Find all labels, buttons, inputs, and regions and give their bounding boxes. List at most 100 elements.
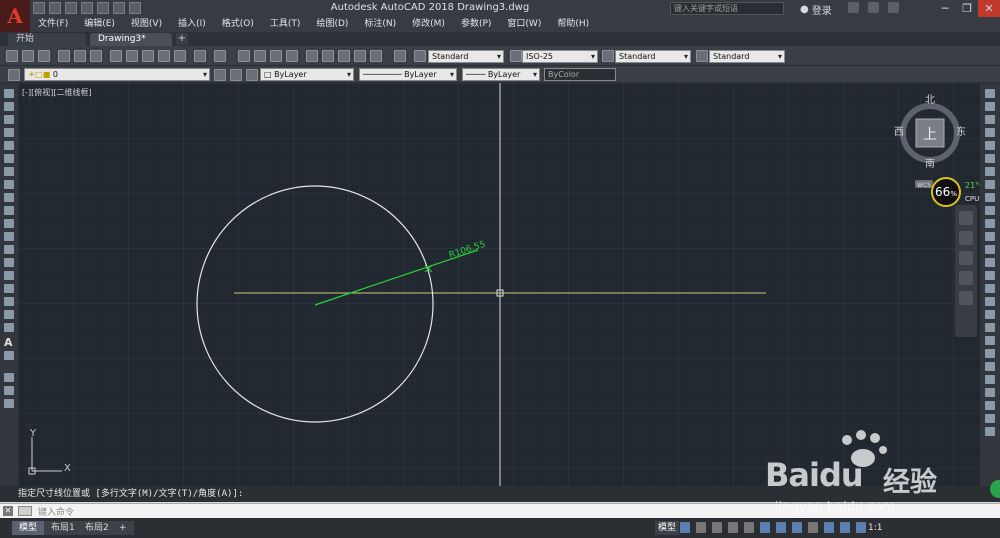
save-as-icon[interactable] [81, 2, 93, 14]
check-icon[interactable] [4, 386, 14, 395]
dim-style-icon[interactable] [510, 50, 522, 62]
make-object-layer-current-icon[interactable] [214, 69, 226, 81]
line-icon[interactable] [4, 89, 14, 98]
mleader-style-select[interactable]: Standard [709, 50, 785, 63]
edit-array-icon[interactable] [985, 349, 995, 358]
lineweight-select[interactable]: ──── ByLayer [462, 68, 540, 81]
save-file-icon[interactable] [38, 50, 50, 62]
mirror-icon[interactable] [985, 115, 995, 124]
add-selected-icon[interactable] [4, 351, 14, 360]
text-style-icon[interactable] [414, 50, 426, 62]
menu-edit[interactable]: 编辑(E) [76, 17, 123, 32]
open-file-icon[interactable] [22, 50, 34, 62]
sheet-set-icon[interactable] [354, 50, 366, 62]
viewcube-north[interactable]: 北 [925, 94, 935, 106]
menu-help[interactable]: 帮助(H) [549, 17, 597, 32]
zoom-extents-icon[interactable] [959, 251, 973, 265]
block-attr-manager-icon[interactable] [985, 414, 995, 423]
zoom-realtime-icon[interactable] [254, 50, 266, 62]
minimize-button[interactable]: ─ [934, 0, 956, 17]
object-snap-tracking-icon[interactable] [760, 522, 770, 533]
layer-tool-icon[interactable] [4, 399, 14, 408]
redo-icon[interactable] [129, 2, 141, 14]
spline-icon[interactable] [4, 193, 14, 202]
text-edit-icon[interactable] [985, 375, 995, 384]
open-icon[interactable] [49, 2, 61, 14]
zoom-window-icon[interactable] [270, 50, 282, 62]
layer-select[interactable]: ☀□■ 0 [24, 68, 210, 81]
auto-scale-icon[interactable] [856, 522, 866, 533]
annotation-scale[interactable]: 1:1 [868, 521, 882, 535]
menu-modify[interactable]: 修改(M) [404, 17, 453, 32]
layer-manager-icon[interactable] [8, 69, 20, 81]
attribute-edit-icon[interactable] [985, 401, 995, 410]
new-icon[interactable] [33, 2, 45, 14]
join-icon[interactable] [985, 245, 995, 254]
point-icon[interactable] [4, 258, 14, 267]
plot-icon[interactable] [58, 50, 70, 62]
drawing-canvas[interactable]: R106.55 Y X 上 北 南 东 西 WCS [-][俯视][二维线框] [18, 83, 980, 486]
construction-line-icon[interactable] [4, 102, 14, 111]
rotate-icon[interactable] [985, 167, 995, 176]
menu-draw[interactable]: 绘图(D) [308, 17, 356, 32]
table-icon[interactable] [4, 310, 14, 319]
tab-drawing3[interactable]: Drawing3* [90, 33, 172, 46]
search-input[interactable]: 键入关键字或短语 [670, 2, 784, 15]
edit-hatch-icon[interactable] [985, 336, 995, 345]
object-snap-icon[interactable] [776, 522, 786, 533]
design-center-icon[interactable] [322, 50, 334, 62]
dim-style-select[interactable]: ISO-25 [522, 50, 598, 63]
chamfer-icon[interactable] [985, 258, 995, 267]
properties-icon[interactable] [306, 50, 318, 62]
region-icon[interactable] [4, 297, 14, 306]
lineweight-toggle-icon[interactable] [792, 522, 802, 533]
add-layout-button[interactable]: + [112, 521, 134, 535]
insert-block-icon[interactable] [4, 232, 14, 241]
color-select[interactable]: □ ByLayer [260, 68, 354, 81]
break-icon[interactable] [985, 232, 995, 241]
transparency-toggle-icon[interactable] [808, 522, 818, 533]
a360-icon[interactable] [868, 2, 879, 13]
polygon-icon[interactable] [4, 128, 14, 137]
preview-icon[interactable] [74, 50, 86, 62]
table-style-select[interactable]: Standard [615, 50, 691, 63]
blend-icon[interactable] [985, 284, 995, 293]
hatch-icon[interactable] [4, 271, 14, 280]
menu-view[interactable]: 视图(V) [123, 17, 170, 32]
fillet-icon[interactable] [985, 271, 995, 280]
layer-iso-icon[interactable] [246, 69, 258, 81]
exchange-icon[interactable] [848, 2, 859, 13]
circle-icon[interactable] [4, 167, 14, 176]
publish-icon[interactable] [90, 50, 102, 62]
arc-icon[interactable] [4, 154, 14, 163]
viewport-controls-label[interactable]: [-][俯视][二维线框] [22, 87, 92, 98]
linetype-select[interactable]: ──────── ByLayer [359, 68, 457, 81]
polar-toggle-icon[interactable] [728, 522, 738, 533]
annotation-visibility-icon[interactable] [840, 522, 850, 533]
showmotion-icon[interactable] [959, 291, 973, 305]
viewcube-south[interactable]: 南 [925, 157, 935, 170]
close-command-line-icon[interactable]: ✕ [3, 506, 13, 516]
block-editor-icon[interactable] [174, 50, 186, 62]
viewcube-east[interactable]: 东 [956, 125, 966, 138]
ortho-toggle-icon[interactable] [712, 522, 722, 533]
command-input[interactable]: 键入命令 [38, 505, 74, 518]
edit-spline-icon[interactable] [985, 323, 995, 332]
isodraft-toggle-icon[interactable] [744, 522, 754, 533]
text-style-select[interactable]: Standard [428, 50, 504, 63]
make-block-icon[interactable] [4, 245, 14, 254]
ellipse-arc-icon[interactable] [4, 219, 14, 228]
match-properties-icon[interactable] [158, 50, 170, 62]
application-menu-button[interactable]: A [0, 0, 30, 32]
array-icon[interactable] [985, 141, 995, 150]
tab-model[interactable]: 模型 [12, 521, 45, 535]
dim-edit-icon[interactable] [985, 388, 995, 397]
menu-parametric[interactable]: 参数(P) [453, 17, 499, 32]
selection-cycling-icon[interactable] [824, 522, 834, 533]
login-button[interactable]: ● 登录 [800, 2, 832, 17]
edit-polyline-icon[interactable] [985, 310, 995, 319]
maximize-button[interactable]: ❐ [956, 0, 978, 17]
scale-icon[interactable] [985, 180, 995, 189]
pan-icon[interactable] [238, 50, 250, 62]
help-toolbar-icon[interactable] [394, 50, 406, 62]
